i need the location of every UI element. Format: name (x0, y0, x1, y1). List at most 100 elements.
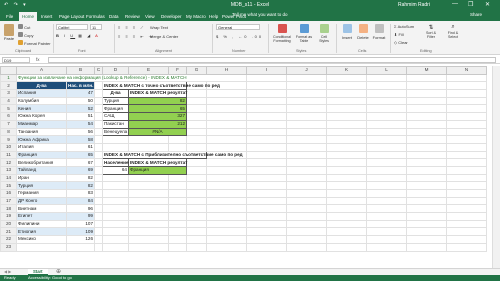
cell[interactable] (366, 73, 407, 83)
row-header[interactable]: 9 (0, 135, 17, 144)
cell[interactable] (326, 89, 367, 98)
cell[interactable] (186, 165, 207, 175)
row-header[interactable]: 14 (0, 173, 17, 183)
cell[interactable] (94, 135, 103, 144)
cell[interactable] (102, 227, 129, 237)
cell[interactable] (406, 104, 447, 114)
column-header-b[interactable]: B (66, 66, 95, 75)
country-name[interactable]: Мианмар (16, 119, 67, 129)
insert-cells-button[interactable]: Insert (340, 24, 354, 40)
cell[interactable] (366, 181, 407, 190)
country-name[interactable]: Италия (16, 142, 67, 152)
cell[interactable] (66, 242, 95, 252)
cell[interactable] (128, 142, 169, 152)
cell[interactable] (286, 127, 327, 137)
cell[interactable] (286, 104, 327, 114)
cell[interactable] (366, 189, 407, 198)
row-header[interactable]: 15 (0, 181, 17, 190)
add-sheet-icon[interactable]: ⊕ (56, 268, 61, 275)
name-box[interactable]: D19 (2, 57, 30, 63)
cell[interactable] (128, 204, 169, 214)
cell[interactable] (94, 81, 103, 91)
format-cells-button[interactable]: Format (372, 24, 386, 40)
cell[interactable] (186, 227, 207, 237)
cell[interactable] (186, 112, 207, 121)
country-population[interactable]: 84 (66, 196, 95, 206)
cell[interactable] (206, 127, 247, 137)
cell[interactable] (186, 135, 207, 144)
column-header-h[interactable]: H (206, 66, 247, 75)
row-header[interactable]: 18 (0, 204, 17, 214)
country-population[interactable]: 51 (66, 112, 95, 121)
cell[interactable] (186, 181, 207, 190)
cell[interactable] (286, 189, 327, 198)
cell[interactable] (206, 242, 247, 252)
cell[interactable] (94, 189, 103, 198)
cell[interactable] (446, 112, 487, 121)
country-population[interactable]: 107 (66, 219, 95, 229)
cut-button[interactable]: Cut (18, 24, 30, 30)
exact-country[interactable]: САЩ (102, 112, 129, 121)
cell[interactable] (246, 158, 287, 167)
cell[interactable] (128, 235, 169, 244)
tell-me-search[interactable]: Tell me what you want to do (232, 12, 288, 17)
tab-file[interactable]: File (3, 12, 16, 21)
row-header[interactable]: 22 (0, 235, 17, 244)
cell[interactable] (128, 181, 169, 190)
number-format-select[interactable]: General (216, 24, 260, 30)
row-header[interactable]: 23 (0, 242, 17, 252)
cell[interactable] (366, 196, 407, 206)
cell[interactable] (128, 227, 169, 237)
country-name[interactable]: Мексико (16, 235, 67, 244)
cell[interactable] (246, 81, 287, 91)
cell[interactable] (128, 196, 169, 206)
cell[interactable] (206, 158, 247, 167)
cell[interactable] (446, 127, 487, 137)
cell[interactable] (246, 173, 287, 183)
country-name[interactable]: Южна Африка (16, 135, 67, 144)
cell[interactable] (286, 235, 327, 244)
cell[interactable] (168, 235, 187, 244)
cell[interactable] (102, 142, 129, 152)
cell[interactable] (326, 81, 367, 91)
cell[interactable] (168, 212, 187, 221)
wrap-text-button[interactable]: Wrap Text (150, 25, 168, 30)
cell[interactable] (206, 196, 247, 206)
cell[interactable] (406, 127, 447, 137)
country-name[interactable]: Испания (16, 89, 67, 98)
cell[interactable] (94, 127, 103, 137)
cell[interactable] (446, 150, 487, 160)
cell[interactable] (102, 235, 129, 244)
cell[interactable] (446, 142, 487, 152)
cell[interactable] (326, 242, 367, 252)
cell[interactable] (246, 242, 287, 252)
cell[interactable] (326, 96, 367, 106)
delete-cells-button[interactable]: Delete (356, 24, 370, 40)
alignment-bottom-buttons[interactable]: ≡ ≡ ≡ ⇤ ⇥ (118, 34, 154, 39)
column-header-c[interactable]: C (94, 66, 103, 75)
country-population[interactable]: 99 (66, 212, 95, 221)
cell[interactable] (168, 142, 187, 152)
cell[interactable] (366, 135, 407, 144)
cell[interactable] (366, 158, 407, 167)
cell[interactable] (102, 242, 129, 252)
cell[interactable] (102, 173, 129, 183)
cell[interactable] (286, 112, 327, 121)
cell[interactable] (326, 212, 367, 221)
cell[interactable] (446, 165, 487, 175)
row-header[interactable]: 16 (0, 189, 17, 198)
cell[interactable] (186, 104, 207, 114)
tab-data[interactable]: Data (106, 12, 122, 21)
cell[interactable] (168, 173, 187, 183)
fx-icon[interactable]: fx (36, 57, 40, 62)
cell[interactable] (326, 73, 367, 83)
cell[interactable] (94, 227, 103, 237)
format-as-table-button[interactable]: Format as Table (294, 24, 314, 43)
cell[interactable] (94, 165, 103, 175)
country-name[interactable]: Колумбия (16, 96, 67, 106)
row-header[interactable]: 19 (0, 212, 17, 221)
conditional-formatting-button[interactable]: Conditional Formatting (272, 24, 292, 43)
exact-result[interactable]: 65 (128, 104, 187, 114)
cell[interactable] (286, 165, 327, 175)
cell[interactable] (94, 212, 103, 221)
